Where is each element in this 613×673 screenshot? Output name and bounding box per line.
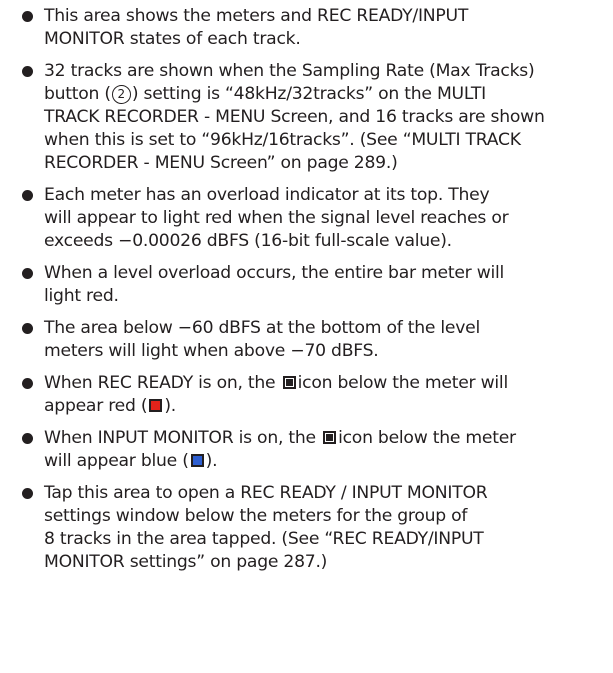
text-line: MONITOR settings” on page 287.) <box>44 552 328 572</box>
list-item: The area below −60 dBFS at the bottom of… <box>22 317 605 363</box>
text-line: Each meter has an overload indicator at … <box>44 185 490 205</box>
text-fragment: appear red ( <box>44 396 148 416</box>
circled-number-2-icon: 2 <box>111 85 131 104</box>
text-line: settings window below the meters for the… <box>44 506 468 526</box>
list-item: When INPUT MONITOR is on, the icon below… <box>22 427 605 473</box>
text-line: 8 tracks in the area tapped. (See “REC R… <box>44 529 484 549</box>
text-fragment: button ( <box>44 84 111 104</box>
bullet-icon <box>22 433 33 444</box>
list-item: When REC READY is on, the icon below the… <box>22 372 605 418</box>
bullet-icon <box>22 323 33 334</box>
rec-ready-red-icon <box>149 399 163 412</box>
text-line: This area shows the meters and REC READY… <box>44 6 469 26</box>
text-line: appear red (). <box>44 395 605 418</box>
bullet-icon <box>22 66 33 77</box>
text-fragment: icon below the meter will <box>297 373 509 393</box>
text-line: RECORDER - MENU Screen” on page 289.) <box>44 153 398 173</box>
text-line: button (2) setting is “48kHz/32tracks” o… <box>44 83 605 106</box>
text-line: When REC READY is on, the icon below the… <box>44 372 605 395</box>
bullet-icon <box>22 268 33 279</box>
text-line: meters will light when above −70 dBFS. <box>44 341 379 361</box>
input-monitor-blue-icon <box>190 454 204 467</box>
text-line: will appear to light red when the signal… <box>44 208 509 228</box>
text-fragment: ). <box>164 396 177 416</box>
list-item: When a level overload occurs, the entire… <box>22 262 605 308</box>
text-fragment: ) setting is “48kHz/32tracks” on the MUL… <box>131 84 486 104</box>
list-item: 32 tracks are shown when the Sampling Ra… <box>22 60 605 175</box>
text-fragment: When REC READY is on, the <box>44 373 276 393</box>
text-line: light red. <box>44 286 119 306</box>
list-item: Each meter has an overload indicator at … <box>22 184 605 253</box>
text-line: Tap this area to open a REC READY / INPU… <box>44 483 488 503</box>
text-line: TRACK RECORDER - MENU Screen, and 16 tra… <box>44 107 545 127</box>
text-fragment: ). <box>205 451 218 471</box>
rec-ready-square-icon <box>282 376 296 389</box>
text-fragment: icon below the meter <box>338 428 516 448</box>
bullet-icon <box>22 378 33 389</box>
list-item: Tap this area to open a REC READY / INPU… <box>22 482 605 574</box>
text-line: MONITOR states of each track. <box>44 29 301 49</box>
text-fragment: will appear blue ( <box>44 451 189 471</box>
text-line: when this is set to “96kHz/16tracks”. (S… <box>44 130 521 150</box>
list-item: This area shows the meters and REC READY… <box>22 5 605 51</box>
text-line: will appear blue (). <box>44 450 605 473</box>
bullet-icon <box>22 488 33 499</box>
document-page: This area shows the meters and REC READY… <box>0 0 613 673</box>
bullet-icon <box>22 190 33 201</box>
text-line: When a level overload occurs, the entire… <box>44 263 505 283</box>
text-fragment: When INPUT MONITOR is on, the <box>44 428 316 448</box>
bullet-icon <box>22 11 33 22</box>
bullet-list: This area shows the meters and REC READY… <box>22 5 605 574</box>
text-line: exceeds −0.00026 dBFS (16-bit full-scale… <box>44 231 452 251</box>
text-line: 32 tracks are shown when the Sampling Ra… <box>44 61 535 81</box>
text-line: When INPUT MONITOR is on, the icon below… <box>44 427 605 450</box>
input-monitor-square-icon <box>323 431 337 444</box>
text-line: The area below −60 dBFS at the bottom of… <box>44 318 481 338</box>
